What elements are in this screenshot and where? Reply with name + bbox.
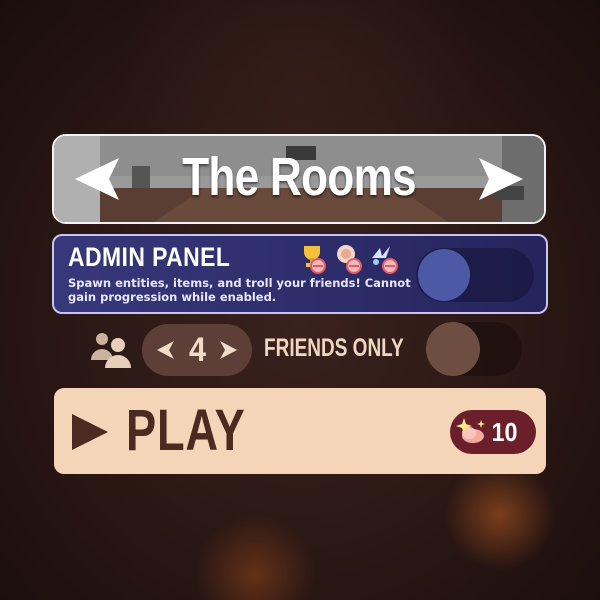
admin-toggle-knob	[418, 249, 470, 301]
friends-only-toggle[interactable]	[426, 322, 522, 376]
map-title: The Rooms	[182, 147, 417, 207]
arrow-right-icon	[479, 158, 523, 200]
admin-panel: ADMIN PANEL Spawn entities, items, and t…	[52, 234, 548, 314]
decrease-count-button[interactable]	[152, 337, 178, 363]
admin-panel-title: ADMIN PANEL	[68, 242, 231, 272]
cost-badge: 10	[450, 410, 536, 454]
map-selector: The Rooms	[52, 134, 546, 224]
play-icon	[72, 414, 108, 450]
player-count-stepper: 4	[142, 324, 252, 376]
cost-value: 10	[491, 416, 518, 447]
chevron-right-icon	[219, 341, 237, 359]
play-button[interactable]: PLAY 10	[54, 388, 546, 474]
players-icon	[91, 333, 131, 368]
no-xp-icon	[372, 246, 398, 274]
chevron-left-icon	[157, 341, 174, 359]
player-count-value: 4	[188, 330, 206, 369]
play-label: PLAY	[126, 398, 246, 463]
sparkle-currency-icon	[456, 418, 485, 443]
no-unlock-icon	[337, 245, 362, 274]
friends-toggle-knob	[426, 322, 480, 376]
increase-count-button[interactable]	[216, 337, 242, 363]
admin-panel-toggle[interactable]	[416, 248, 534, 302]
friends-only-label: FRIENDS ONLY	[264, 334, 404, 362]
admin-panel-description: Spawn entities, items, and troll your fr…	[68, 276, 411, 304]
next-map-button[interactable]	[466, 136, 536, 222]
no-trophy-icon	[304, 246, 326, 274]
